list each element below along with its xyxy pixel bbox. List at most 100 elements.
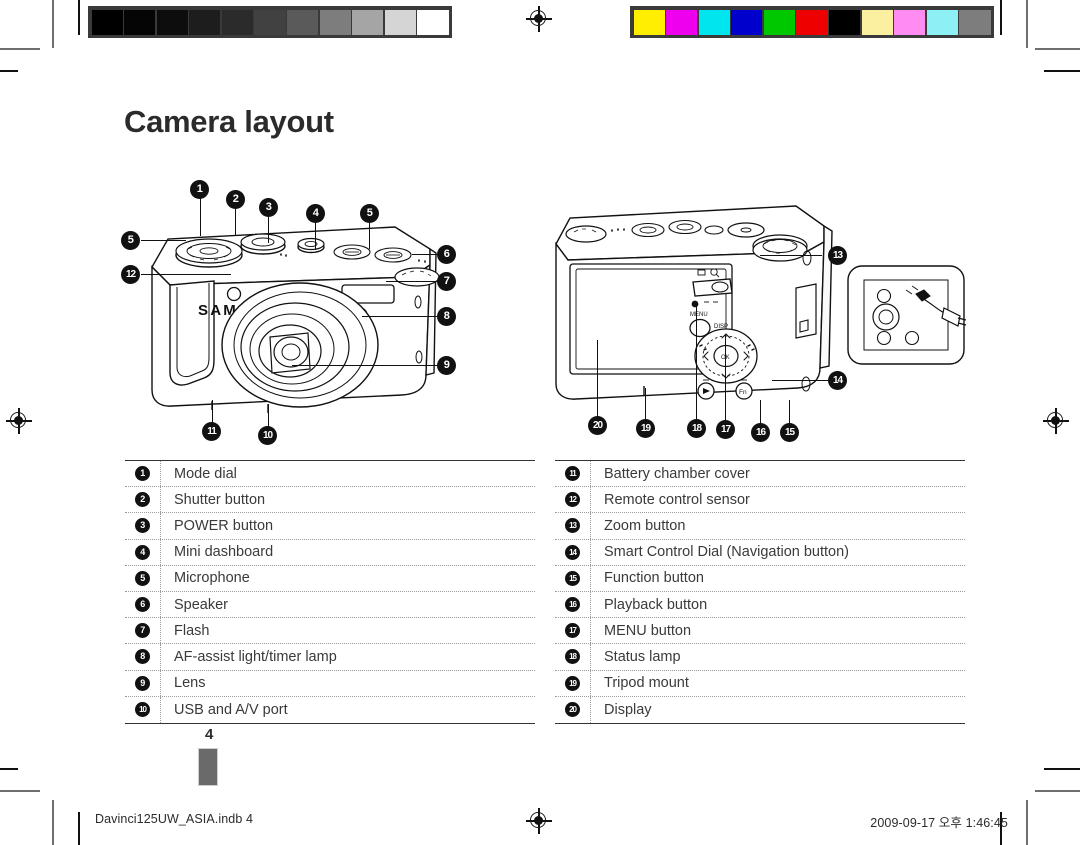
legend-label: Display [604, 701, 652, 718]
legend-bullet: 8 [135, 649, 150, 665]
page-title: Camera layout [124, 104, 334, 139]
leader-line-8 [362, 316, 442, 318]
crop-mark-bottom-left-outer [52, 800, 54, 845]
legend-row: 4 Mini dashboard [125, 539, 535, 566]
legend-number-cell: 8 [125, 644, 161, 670]
color-calibration-bar [630, 6, 994, 38]
thumb-index-tab [198, 748, 218, 786]
legend-bullet: 16 [565, 597, 580, 613]
grayscale-swatch [287, 9, 319, 35]
legend-row: 6 Speaker [125, 591, 535, 619]
callout-19: 19 [636, 419, 655, 438]
legend-row: 19 Tripod mount [555, 670, 965, 697]
legend-row: 16 Playback button [555, 591, 965, 619]
legend-label: Microphone [174, 570, 250, 587]
legend-bullet: 15 [565, 570, 580, 586]
legend-label: Smart Control Dial (Navigation button) [604, 544, 849, 561]
legend-label: Zoom button [604, 517, 686, 534]
legend-row: 18 Status lamp [555, 644, 965, 671]
legend-number-cell: 2 [125, 487, 161, 513]
callout-9: 9 [437, 356, 456, 375]
leader-line-9 [292, 365, 442, 367]
color-swatch [731, 9, 763, 35]
color-swatch [861, 9, 893, 35]
color-swatch [763, 9, 795, 35]
legend-table-right: 11 Battery chamber cover 12 Remote control … [555, 460, 965, 724]
legend-number-cell: 18 [555, 644, 591, 670]
callout-5-top: 5 [360, 204, 379, 223]
leader-line-7 [386, 281, 442, 283]
legend-number-cell: 15 [555, 565, 591, 591]
crop-mark-top-right-outer [1026, 0, 1028, 48]
grayscale-swatch [124, 9, 156, 35]
legend-number-cell: 5 [125, 565, 161, 591]
legend-row: 10 USB and A/V port [125, 696, 535, 723]
legend-bullet: 14 [565, 544, 580, 560]
registration-mark-top [526, 6, 552, 32]
legend-label: Mode dial [174, 465, 237, 482]
leader-line-18 [696, 306, 698, 422]
leader-line-1 [200, 198, 202, 236]
leader-line-12 [141, 274, 231, 276]
legend-bullet: 20 [565, 702, 580, 718]
legend-row: 15 Function button [555, 565, 965, 592]
leader-line-10 [268, 404, 270, 428]
leader-line-19 [645, 388, 647, 422]
legend-label: POWER button [174, 517, 274, 534]
crop-mark-right-bottom-h [1035, 790, 1080, 792]
legend-label: Shutter button [174, 491, 266, 508]
legend-row: 14 Smart Control Dial (Navigation button) [555, 539, 965, 566]
legend-bullet: 11 [565, 466, 580, 482]
legend-label: Flash [174, 622, 210, 639]
legend-number-cell: 4 [125, 539, 161, 565]
crop-mark-bottom-left-inner [78, 812, 80, 845]
leader-line-3 [268, 216, 270, 243]
color-swatch [829, 9, 861, 35]
legend-bullet: 2 [135, 492, 150, 508]
callout-6: 6 [437, 245, 456, 264]
legend-bullet: 18 [565, 649, 580, 665]
legend-number-cell: 19 [555, 670, 591, 696]
legend-label: Function button [604, 570, 704, 587]
crop-mark-right-top-h2 [1044, 70, 1080, 72]
camera-rear-view-figure: MENU OK DISP Fn [548, 198, 968, 438]
color-swatch [698, 9, 730, 35]
color-swatch [633, 9, 665, 35]
callout-8: 8 [437, 307, 456, 326]
page-number: 4 [205, 726, 214, 743]
crop-mark-left-bottom-h2 [0, 768, 18, 770]
legend-label: Lens [174, 675, 206, 692]
callout-16: 16 [751, 423, 770, 442]
leader-line-13 [760, 255, 822, 257]
legend-label: AF-assist light/timer lamp [174, 648, 337, 665]
crop-mark-bottom-right-outer [1026, 800, 1028, 845]
legend-row: 11 Battery chamber cover [555, 461, 965, 488]
legend-row: 13 Zoom button [555, 513, 965, 540]
legend-label: Status lamp [604, 648, 681, 665]
legend-label: Battery chamber cover [604, 465, 750, 482]
legend-number-cell: 17 [555, 618, 591, 644]
callout-2: 2 [226, 190, 245, 209]
legend-bullet: 7 [135, 623, 150, 639]
grayscale-swatch [221, 9, 253, 35]
callout-3: 3 [259, 198, 278, 217]
crop-mark-left-top-h2 [0, 70, 18, 72]
leader-line-4 [315, 222, 317, 250]
crop-mark-top-right-inner [1000, 0, 1002, 35]
callout-15: 15 [780, 423, 799, 442]
legend-row: 17 MENU button [555, 618, 965, 645]
leader-line-14 [772, 380, 830, 382]
leader-line-5b [141, 240, 186, 242]
footer-timestamp: 2009-09-17 오후 1:46:45 [870, 816, 1008, 830]
legend-number-cell: 3 [125, 513, 161, 539]
crop-mark-right-bottom-h2 [1044, 768, 1080, 770]
legend-row: 7 Flash [125, 618, 535, 645]
grayscale-swatch [189, 9, 221, 35]
callout-18: 18 [687, 419, 706, 438]
grayscale-swatch [417, 9, 449, 35]
legend-table-left: 1 Mode dial 2 Shutter button 3 POWER button 4 M… [125, 460, 535, 724]
color-swatch [796, 9, 828, 35]
registration-mark-right [1043, 408, 1069, 434]
color-swatch [894, 9, 926, 35]
fn-button-label: Fn [739, 389, 747, 396]
